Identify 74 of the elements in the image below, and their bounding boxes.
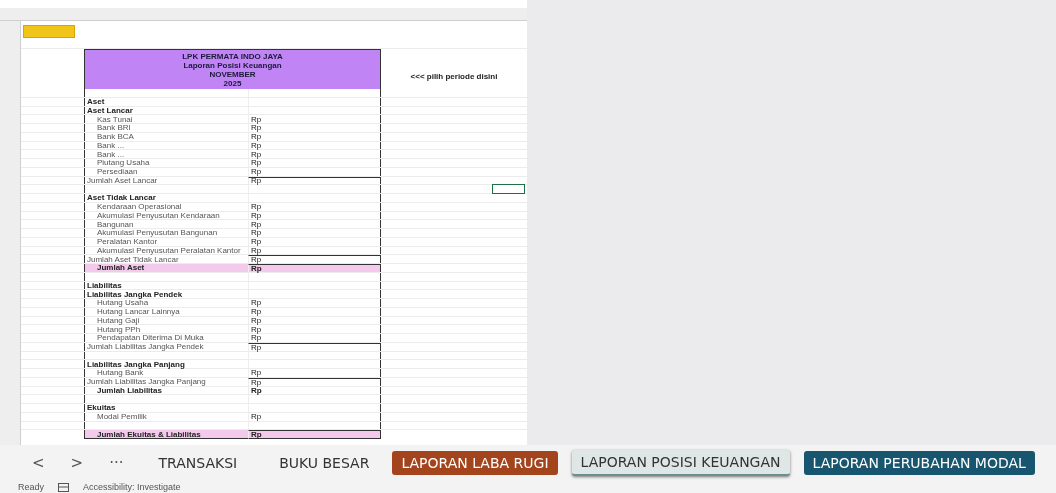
amount-cell: Rp (251, 342, 262, 352)
amount-cell: Rp (251, 412, 262, 422)
account-label: Akumulasi Penyusutan Peralatan Kantor (96, 245, 241, 255)
selected-cell[interactable] (492, 184, 525, 195)
amount-cell: Rp (251, 385, 262, 395)
sheet-tab[interactable]: LAPORAN PERUBAHAN MODAL (803, 451, 1035, 475)
amount-cell: Rp (251, 430, 262, 440)
sheet-icon[interactable] (58, 482, 69, 492)
amount-cell: Rp (251, 333, 262, 343)
report-title-line: LPK PERMATA INDO JAYA (182, 51, 283, 61)
amount-cell: Rp (251, 377, 262, 387)
amount-cell: Rp (251, 132, 262, 142)
status-text: Ready (18, 482, 44, 492)
section-heading: Aset Tidak Lancar (86, 193, 156, 203)
amount-cell: Rp (251, 237, 262, 247)
account-label: Hutang Usaha (96, 298, 149, 308)
section-heading: Aset (86, 97, 105, 107)
accessibility-status[interactable]: Accessibility: Investigate (83, 482, 181, 492)
amount-cell: Rp (251, 123, 262, 133)
section-heading: Aset Lancar (86, 105, 133, 115)
total-label: Jumlah Aset (96, 263, 145, 273)
account-label: Bank ... (96, 140, 125, 150)
total-label: Jumlah Liabilitas Jangka Pendek (86, 342, 204, 352)
account-label: Hutang Gaji (96, 315, 140, 325)
account-label: Persediaan (96, 167, 138, 177)
amount-cell: Rp (251, 307, 262, 317)
amount-cell: Rp (251, 324, 262, 334)
amount-cell: Rp (251, 298, 262, 308)
amount-cell: Rp (251, 167, 262, 177)
account-label: Modal Pemilik (96, 412, 147, 422)
total-label: Jumlah Aset Lancar (86, 175, 158, 185)
amount-cell: Rp (251, 176, 262, 186)
account-label: Hutang Lancar Lainnya (96, 307, 180, 317)
amount-cell: Rp (251, 228, 262, 238)
amount-cell: Rp (251, 158, 262, 168)
report-title-line: Laporan Posisi Keuangan (183, 60, 282, 70)
total-label: Jumlah Aset Tidak Lancar (86, 254, 179, 264)
account-label: Hutang Bank (96, 368, 144, 378)
account-label: Bank BCA (96, 132, 134, 142)
amount-cell: Rp (251, 219, 262, 229)
account-label: Bank ... (96, 149, 125, 159)
account-label: Bank BRI (96, 123, 131, 133)
sheet-tab[interactable]: LAPORAN POSISI KEUANGAN (571, 450, 790, 476)
amount-cell: Rp (251, 368, 262, 378)
account-label: Akumulasi Penyusutan Bangunan (96, 228, 218, 238)
amount-cell: Rp (251, 263, 262, 273)
section-heading: Ekuitas (86, 403, 116, 413)
report-title-line: 2025 (223, 78, 242, 88)
amount-cell: Rp (251, 202, 262, 212)
account-label: Pendapatan Diterima Di Muka (96, 333, 204, 343)
section-heading: Liabilitas (86, 280, 122, 290)
more-sheets-button[interactable]: ··· (99, 454, 134, 472)
amount-cell: Rp (251, 149, 262, 159)
account-label: Hutang PPh (96, 324, 141, 334)
total-label: Jumlah Liabilitas (96, 385, 162, 395)
account-label: Bangunan (96, 219, 134, 229)
account-label: Peralatan Kantor (96, 237, 158, 247)
account-label: Kas Tunai (96, 114, 133, 124)
account-label: Kendaraan Operasional (96, 202, 182, 212)
section-heading: Liabilitas Jangka Panjang (86, 359, 185, 369)
total-label: Jumlah Ekuitas & Liabilitas (96, 429, 201, 439)
report-title-line: NOVEMBER (209, 69, 256, 79)
account-label: Piutang Usaha (96, 158, 150, 168)
total-label: Jumlah Liabilitas Jangka Panjang (86, 377, 206, 387)
amount-cell: Rp (251, 114, 262, 124)
sheet-tab[interactable]: LAPORAN LABA RUGI (392, 451, 558, 475)
amount-cell: Rp (251, 315, 262, 325)
section-heading: Liabilitas Jangka Pendek (86, 289, 183, 299)
account-label: Akumulasi Penyusutan Kendaraan (96, 210, 220, 220)
amount-cell: Rp (251, 210, 262, 220)
amount-cell: Rp (251, 140, 262, 150)
period-hint: <<< pilih periode disini (410, 72, 498, 81)
amount-cell: Rp (251, 245, 262, 255)
amount-cell: Rp (251, 255, 262, 265)
